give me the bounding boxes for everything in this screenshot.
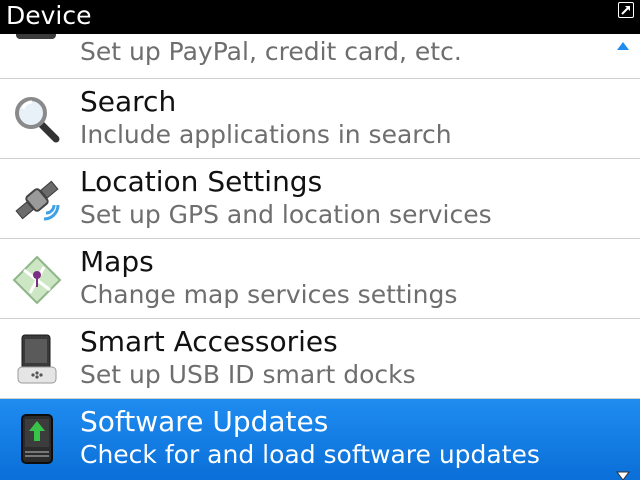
list-item-label: Location Settings [80, 165, 323, 198]
list-item-description: Set up PayPal, credit card, etc. [80, 37, 462, 66]
list-item-smart-accessories[interactable]: Smart Accessories Set up USB ID smart do… [0, 319, 640, 399]
title-bar: Device [0, 0, 640, 34]
list-item-location-settings[interactable]: Location Settings Set up GPS and locatio… [0, 159, 640, 239]
magnifier-icon [10, 93, 64, 147]
list-item-software-updates[interactable]: Software Updates Check for and load soft… [0, 399, 640, 480]
scroll-down-arrow-icon[interactable] [616, 466, 630, 480]
list-item-description: Include applications in search [80, 120, 452, 149]
map-icon [10, 253, 64, 307]
list-item-label: Software Updates [80, 405, 329, 438]
page-title: Device [6, 1, 92, 30]
options-list[interactable]: Set up PayPal, credit card, etc. Search … [0, 0, 640, 480]
list-item-label: Smart Accessories [80, 325, 338, 358]
list-item-description: Check for and load software updates [80, 440, 540, 469]
list-item-label: Search [80, 85, 177, 118]
list-item-description: Change map services settings [80, 280, 458, 309]
popout-arrow-icon[interactable] [618, 2, 634, 18]
blackberry-device-icon [10, 333, 64, 387]
list-item-description: Set up USB ID smart docks [80, 360, 416, 389]
list-item-label: Maps [80, 245, 154, 278]
satellite-icon [10, 173, 64, 227]
list-item-description: Set up GPS and location services [80, 200, 492, 229]
list-item-search[interactable]: Search Include applications in search [0, 79, 640, 159]
list-item-maps[interactable]: Maps Change map services settings [0, 239, 640, 319]
software-update-icon [10, 413, 64, 467]
device-options-screen: Set up PayPal, credit card, etc. Search … [0, 0, 640, 480]
scroll-up-arrow-icon[interactable] [616, 36, 630, 50]
